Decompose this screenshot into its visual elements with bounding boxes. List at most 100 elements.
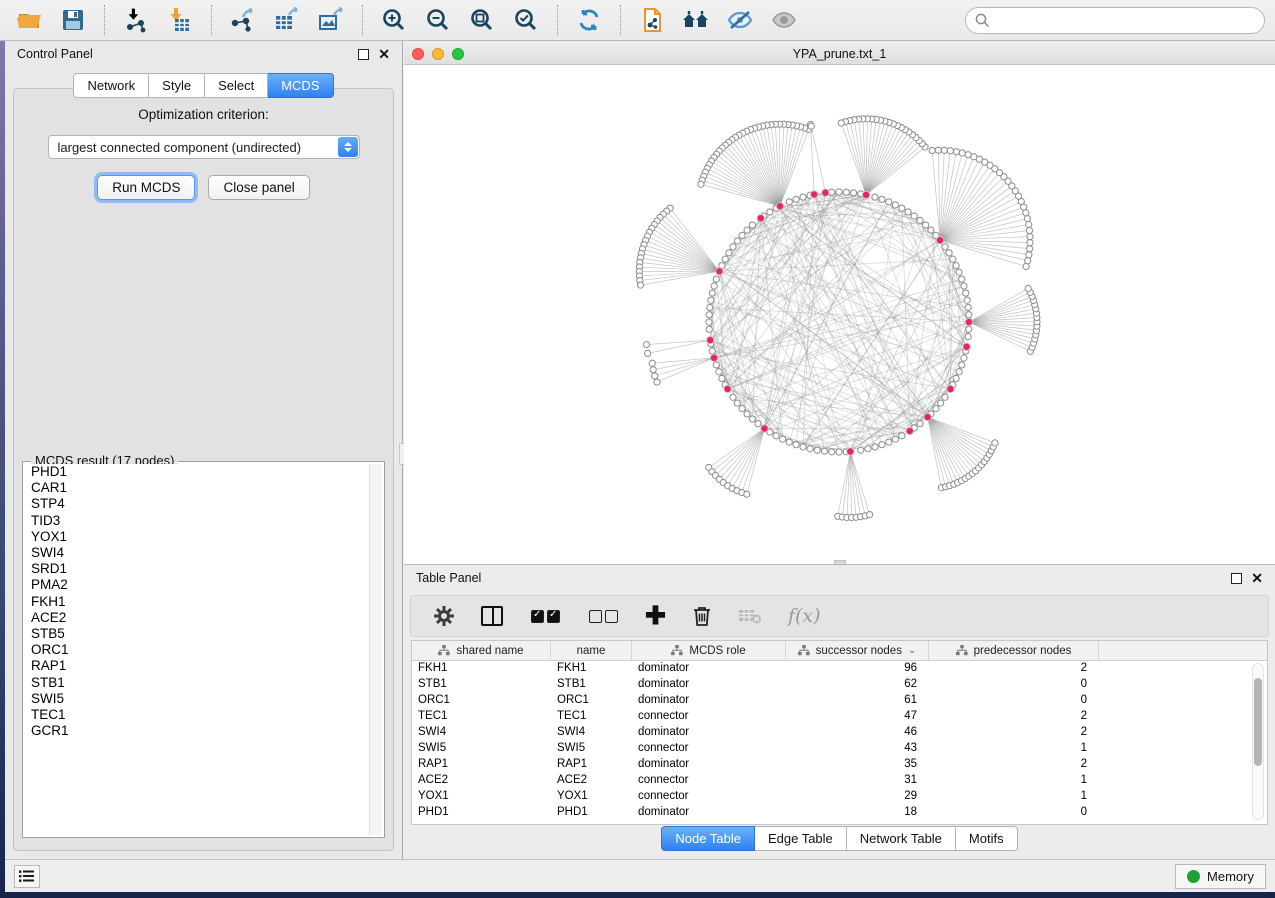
network-node[interactable]	[947, 148, 953, 154]
tab-style[interactable]: Style	[149, 73, 205, 98]
cell-shared-name[interactable]: TEC1	[412, 709, 551, 725]
mcds-result-item[interactable]: SRD1	[25, 561, 368, 577]
column-header-predecessor-nodes[interactable]: predecessor nodes	[929, 641, 1099, 660]
cell-shared-name[interactable]: SWI5	[412, 741, 551, 757]
cell-name[interactable]: FKH1	[551, 661, 632, 677]
network-node[interactable]	[1025, 258, 1031, 264]
tab-network[interactable]: Network	[73, 73, 149, 98]
cell-predecessor-nodes[interactable]: 0	[929, 677, 1099, 693]
network-node[interactable]	[959, 150, 965, 156]
cell-predecessor-nodes[interactable]: 0	[929, 693, 1099, 709]
column-header-successor-nodes[interactable]: successor nodes⌄	[786, 641, 929, 660]
mcds-node[interactable]	[810, 191, 817, 198]
run-mcds-button[interactable]: Run MCDS	[97, 175, 195, 200]
network-node[interactable]	[807, 446, 813, 452]
mcds-node[interactable]	[906, 427, 913, 434]
network-node[interactable]	[1027, 233, 1033, 239]
search-box[interactable]	[965, 7, 1265, 34]
table-row[interactable]: ORC1ORC1dominator610	[412, 693, 1267, 709]
mcds-result-item[interactable]: TID3	[25, 513, 368, 529]
cell-MCDS-role[interactable]: dominator	[632, 757, 786, 773]
mcds-node[interactable]	[965, 318, 972, 325]
mcds-node[interactable]	[761, 425, 768, 432]
network-node[interactable]	[911, 213, 917, 219]
network-node[interactable]	[1026, 252, 1032, 258]
column-header-MCDS-role[interactable]: MCDS role	[632, 641, 786, 660]
cell-shared-name[interactable]: ACE2	[412, 773, 551, 789]
mcds-node[interactable]	[710, 354, 717, 361]
network-node[interactable]	[773, 433, 779, 439]
network-node[interactable]	[966, 326, 972, 332]
network-node[interactable]	[713, 362, 719, 368]
add-column-icon[interactable]: ✚	[645, 601, 666, 631]
cell-shared-name[interactable]: RAP1	[412, 757, 551, 773]
network-node[interactable]	[933, 406, 939, 412]
cell-name[interactable]: STB1	[551, 677, 632, 693]
close-table-panel-icon[interactable]: ✕	[1251, 573, 1263, 584]
network-node[interactable]	[946, 250, 952, 256]
cell-predecessor-nodes[interactable]: 0	[929, 805, 1099, 821]
zoom-selected-icon[interactable]	[507, 3, 545, 37]
mcds-result-item[interactable]: STP4	[25, 496, 368, 512]
refresh-layout-icon[interactable]	[570, 3, 608, 37]
network-node[interactable]	[708, 297, 714, 303]
network-node[interactable]	[905, 209, 911, 215]
cell-shared-name[interactable]: ORC1	[412, 693, 551, 709]
table-scrollbar[interactable]	[1252, 663, 1264, 820]
float-panel-icon[interactable]	[358, 49, 369, 60]
network-node[interactable]	[739, 232, 745, 238]
network-node[interactable]	[892, 436, 898, 442]
settings-icon[interactable]	[433, 601, 455, 631]
network-node[interactable]	[836, 189, 842, 195]
mcds-node[interactable]	[924, 413, 931, 420]
network-node[interactable]	[698, 181, 704, 187]
mcds-result-item[interactable]: ACE2	[25, 610, 368, 626]
column-header-name[interactable]: name	[551, 641, 632, 660]
mcds-result-item[interactable]: STB1	[25, 675, 368, 691]
network-node[interactable]	[786, 199, 792, 205]
network-node[interactable]	[726, 250, 732, 256]
network-node[interactable]	[722, 256, 728, 262]
mcds-node[interactable]	[822, 189, 829, 196]
network-node[interactable]	[800, 444, 806, 450]
table-row[interactable]: TEC1TEC1connector472	[412, 709, 1267, 725]
table-row[interactable]: PHD1PHD1dominator180	[412, 805, 1267, 821]
tab-mcds[interactable]: MCDS	[268, 73, 333, 98]
cell-name[interactable]: PHD1	[551, 805, 632, 821]
network-node[interactable]	[953, 262, 959, 268]
network-node[interactable]	[1025, 285, 1031, 291]
export-table-icon[interactable]	[268, 3, 306, 37]
network-node[interactable]	[959, 362, 965, 368]
table-row[interactable]: SWI4SWI4dominator462	[412, 725, 1267, 741]
tab-motifs[interactable]: Motifs	[956, 826, 1018, 851]
network-node[interactable]	[779, 436, 785, 442]
network-node[interactable]	[879, 442, 885, 448]
criterion-dropdown[interactable]: largest connected component (undirected)	[48, 135, 360, 159]
mcds-result-item[interactable]: SWI4	[25, 545, 368, 561]
network-node[interactable]	[711, 283, 717, 289]
mcds-result-item[interactable]: SWI5	[25, 691, 368, 707]
network-node[interactable]	[706, 319, 712, 325]
mcds-list-scrollbar[interactable]	[369, 464, 382, 835]
tab-edge-table[interactable]: Edge Table	[755, 826, 847, 851]
network-node[interactable]	[992, 440, 998, 446]
tab-node-table[interactable]: Node Table	[661, 826, 755, 851]
hide-selected-icon[interactable]	[721, 3, 759, 37]
network-node[interactable]	[899, 433, 905, 439]
network-node[interactable]	[650, 367, 656, 373]
network-node[interactable]	[872, 444, 878, 450]
cell-successor-nodes[interactable]: 46	[786, 725, 929, 741]
save-session-icon[interactable]	[54, 3, 92, 37]
network-node[interactable]	[652, 373, 658, 379]
network-node[interactable]	[867, 512, 873, 518]
delete-column-icon[interactable]	[692, 601, 712, 631]
table-row[interactable]: RAP1RAP1dominator352	[412, 757, 1267, 773]
cell-name[interactable]: RAP1	[551, 757, 632, 773]
network-node[interactable]	[814, 447, 820, 453]
show-all-icon[interactable]	[765, 3, 803, 37]
table-row[interactable]: STB1STB1dominator620	[412, 677, 1267, 693]
mcds-result-item[interactable]: PHD1	[25, 464, 368, 480]
cell-MCDS-role[interactable]: connector	[632, 789, 786, 805]
export-image-icon[interactable]	[312, 3, 350, 37]
network-node[interactable]	[879, 196, 885, 202]
